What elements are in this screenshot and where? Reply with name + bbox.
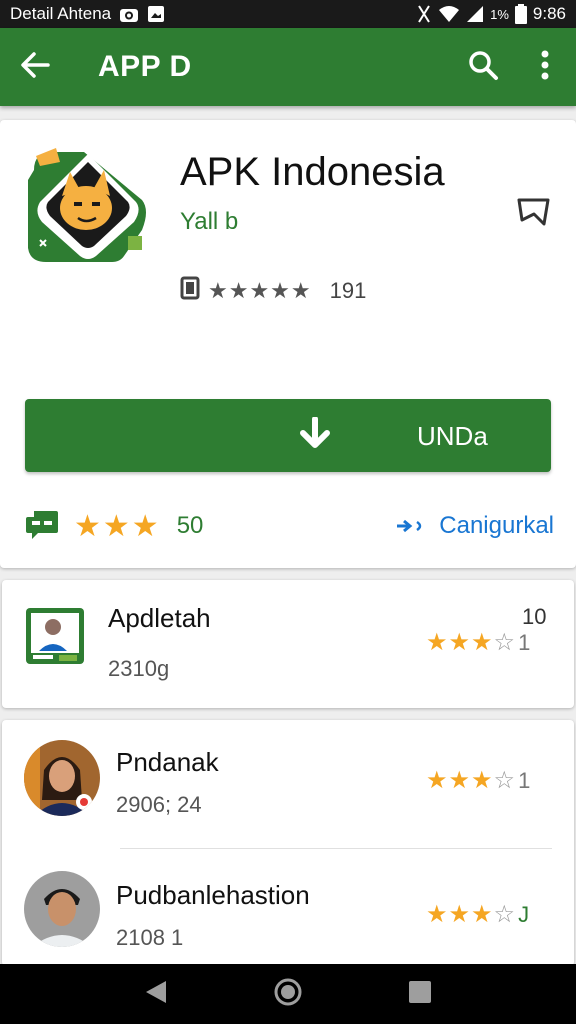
- review-chat-icon: [24, 509, 60, 543]
- nav-home-button[interactable]: [268, 974, 308, 1014]
- app-name: APK Indonesia: [180, 150, 445, 194]
- page-title: APP D: [98, 50, 192, 83]
- review-count: 50: [176, 512, 204, 539]
- square-recents-icon: [408, 980, 432, 1009]
- arrow-icon: [395, 512, 425, 540]
- list-item-subtitle: 2108 1: [116, 925, 184, 950]
- list-item-stars: ★★★: [426, 901, 494, 928]
- nav-recents-button[interactable]: [400, 974, 440, 1014]
- list-item-empty-star: ☆: [493, 767, 517, 794]
- list-item-count-top: 10: [522, 604, 547, 629]
- review-summary-row: ★★★ 50 Canigurkal: [24, 506, 554, 546]
- more-vert-icon: [540, 50, 550, 85]
- list-item-thumbnail: [25, 607, 85, 665]
- app-bar: APP D: [0, 28, 576, 106]
- list-item-stars: ★★★: [426, 629, 494, 656]
- system-nav-bar: [0, 964, 576, 1024]
- list-item-empty-star: ☆: [493, 901, 517, 928]
- reviews-link[interactable]: Canigurkal: [395, 512, 554, 540]
- list-item-title: Apdletah: [108, 603, 211, 633]
- camera-icon: [119, 5, 139, 23]
- search-button[interactable]: [452, 28, 514, 106]
- list-item-empty-star: ☆: [493, 629, 517, 656]
- status-bar: Detail Ahtena 1% 9:86: [0, 0, 576, 28]
- list-item-rating-count: J: [518, 902, 531, 927]
- signal-icon: [466, 5, 484, 23]
- search-icon: [467, 49, 499, 86]
- list-item-title: Pndanak: [116, 747, 219, 777]
- list-item-stars: ★★★: [426, 767, 494, 794]
- mute-icon: [416, 4, 432, 24]
- wifi-icon: [438, 5, 460, 23]
- list-item-subtitle: 2310g: [108, 656, 170, 681]
- list-item-subtitle: 2906; 24: [116, 792, 202, 817]
- review-stars: ★★★: [74, 509, 161, 543]
- install-label: UNDa: [417, 421, 488, 451]
- avatar: [24, 871, 100, 947]
- developer-link[interactable]: Yall b: [180, 208, 238, 236]
- list-item-title: Pudbanlehastion: [116, 880, 310, 910]
- battery-icon: [514, 4, 527, 24]
- avatar: [24, 740, 100, 816]
- install-button[interactable]: UNDa: [25, 399, 551, 472]
- status-time: 9:86: [532, 4, 566, 23]
- list-item-rating-count: 1: [518, 768, 532, 793]
- bookmark-icon: [516, 198, 552, 232]
- wishlist-button[interactable]: [516, 196, 552, 228]
- app-logo-icon: [24, 140, 152, 266]
- circle-home-icon: [273, 977, 303, 1012]
- rating-stars: ★★★★★: [208, 278, 312, 303]
- nav-back-button[interactable]: [136, 974, 176, 1014]
- triangle-back-icon: [144, 979, 168, 1010]
- status-left-text: Detail Ahtena: [10, 4, 112, 23]
- list-item-rating: ★★★☆J: [426, 900, 530, 929]
- battery-percent: 1%: [490, 6, 509, 22]
- back-arrow-icon: [20, 51, 50, 83]
- image-icon: [147, 5, 165, 23]
- list-item-rating: ★★★☆1: [426, 628, 531, 657]
- content-rating-icon: [180, 276, 200, 306]
- list-item-rating: ★★★☆1: [426, 766, 531, 795]
- rating-count: 191: [329, 278, 367, 303]
- back-button[interactable]: [0, 28, 70, 106]
- reviews-link-label: Canigurkal: [439, 512, 554, 539]
- more-options-button[interactable]: [514, 28, 576, 106]
- list-item-rating-count: 1: [518, 630, 532, 655]
- divider: [120, 848, 552, 849]
- download-icon: [295, 416, 335, 458]
- meta-row: ★★★★★ 191: [180, 276, 366, 306]
